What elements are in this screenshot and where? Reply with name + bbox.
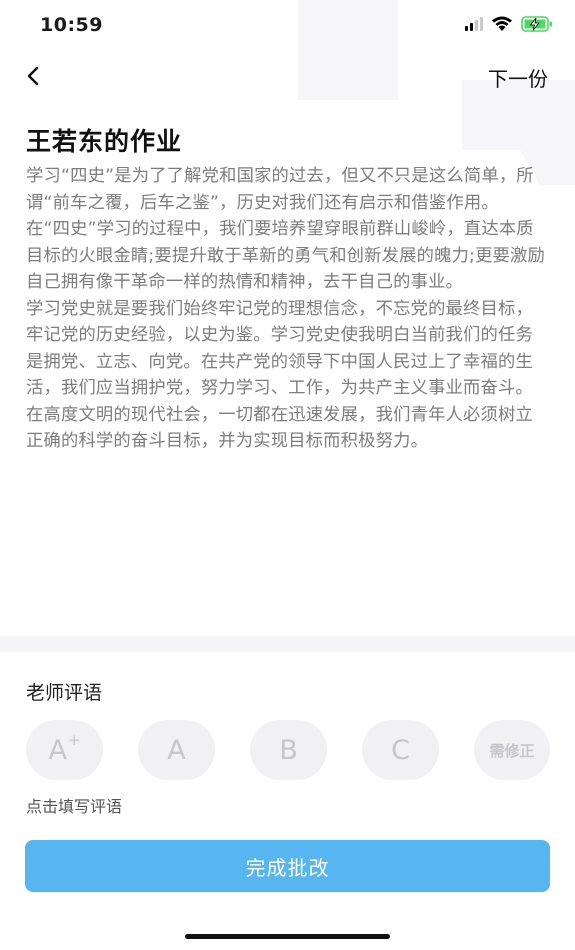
home-indicator (185, 934, 390, 939)
next-assignment-button[interactable]: 下一份 (488, 63, 548, 92)
write-comment-link[interactable]: 点击填写评语 (26, 793, 122, 817)
grade-a-button[interactable]: A (138, 720, 215, 780)
grade-b-button[interactable]: B (250, 720, 327, 780)
assignment-title: 王若东的作业 (26, 127, 183, 156)
grade-options: A + A B C 需修正 (26, 720, 551, 780)
grade-label: A (48, 734, 67, 766)
grade-label: C (391, 734, 410, 766)
section-divider (0, 636, 575, 652)
status-time: 10:59 (40, 14, 103, 36)
grade-needs-revision-button[interactable]: 需修正 (474, 720, 550, 780)
assignment-paragraph: 学习党史就是要我们始终牢记党的理想信念，不忘党的最终目标，牢记党的历史经验，以史… (26, 298, 533, 452)
complete-grading-button[interactable]: 完成批改 (25, 840, 550, 892)
status-icons (465, 16, 553, 32)
nav-bar: 下一份 (0, 55, 575, 99)
assignment-paragraph: 在“四史”学习的过程中，我们要培养望穿眼前群山峻岭，直达本质目标的火眼金睛;要提… (26, 219, 546, 292)
wifi-icon (492, 16, 512, 31)
grade-sup: + (67, 731, 81, 749)
cellular-signal-icon (465, 17, 483, 31)
chevron-left-icon (27, 66, 39, 86)
assignment-content: 学习“四史”是为了了解党和国家的过去，但又不只是这么简单，所谓“前车之覆，后车之… (26, 163, 548, 455)
assignment-paragraph: 学习“四史”是为了了解党和国家的过去，但又不只是这么简单，所谓“前车之覆，后车之… (26, 166, 534, 213)
grade-label: B (279, 734, 298, 766)
grade-c-button[interactable]: C (362, 720, 439, 780)
grade-label: 需修正 (489, 741, 535, 760)
battery-charging-icon (521, 16, 552, 32)
grade-label: A (167, 734, 186, 766)
status-bar: 10:59 (0, 0, 575, 50)
back-button[interactable] (20, 61, 50, 91)
grade-a-plus-button[interactable]: A + (26, 720, 103, 780)
teacher-comment-label: 老师评语 (26, 682, 103, 704)
